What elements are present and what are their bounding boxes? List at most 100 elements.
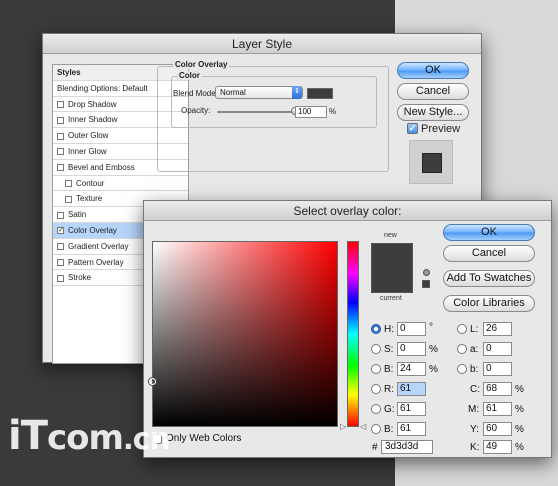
- style-item-checkbox[interactable]: [57, 116, 64, 124]
- preview-label: Preview: [421, 123, 461, 135]
- lab-a-label: a:: [470, 344, 479, 355]
- black-unit: %: [515, 442, 524, 453]
- magenta-input[interactable]: 61: [483, 402, 512, 416]
- red-input[interactable]: 61: [397, 382, 426, 396]
- style-item-label: Outer Glow: [68, 131, 109, 141]
- style-item-contour[interactable]: Contour: [53, 176, 188, 192]
- brightness-radio[interactable]: [371, 364, 381, 374]
- hue-left-arrow-icon[interactable]: ▷: [340, 422, 346, 431]
- saturation-radio[interactable]: [371, 344, 381, 354]
- hue-slider[interactable]: [347, 241, 359, 427]
- hue-label: H:: [384, 324, 394, 335]
- color-picker-title: Select overlay color:: [144, 201, 551, 221]
- style-item-label: Gradient Overlay: [68, 241, 129, 251]
- style-item-label: Texture: [76, 194, 103, 204]
- black-input[interactable]: 49: [483, 440, 512, 454]
- watermark-main: iT: [8, 413, 48, 459]
- style-item-label: Contour: [76, 178, 105, 188]
- new-style-button[interactable]: New Style...: [397, 104, 469, 121]
- lab-a-input[interactable]: 0: [483, 342, 512, 356]
- out-of-gamut-icon[interactable]: [423, 269, 430, 276]
- opacity-label: Opacity:: [181, 106, 211, 115]
- style-item-label: Stroke: [68, 273, 92, 283]
- color-libraries-button[interactable]: Color Libraries: [443, 295, 535, 312]
- yellow-label: Y:: [470, 424, 479, 435]
- style-item-checkbox[interactable]: [57, 258, 64, 266]
- brightness-unit: %: [429, 364, 438, 375]
- style-item-label: Inner Glow: [68, 146, 107, 156]
- green-radio[interactable]: [371, 404, 381, 414]
- style-item-label: Blending Options: Default: [57, 83, 148, 93]
- style-item-checkbox[interactable]: [57, 243, 64, 251]
- style-item-checkbox[interactable]: [65, 195, 72, 203]
- watermark-suffix: cn: [132, 422, 171, 457]
- blend-mode-popup[interactable]: Normal ⇕: [215, 86, 303, 99]
- hue-radio[interactable]: [371, 324, 381, 334]
- magenta-unit: %: [515, 404, 524, 415]
- style-item-label: Satin: [68, 210, 87, 220]
- hue-unit: °: [429, 322, 433, 333]
- style-item-checkbox[interactable]: [57, 100, 64, 108]
- preview-checkbox[interactable]: ✓: [407, 123, 418, 134]
- watermark-dot: .: [122, 423, 134, 456]
- style-item-checkbox[interactable]: [57, 132, 64, 140]
- new-color-label: new: [384, 232, 397, 239]
- style-item-checkbox[interactable]: [57, 211, 64, 219]
- overlay-color-swatch[interactable]: [307, 88, 333, 99]
- cyan-unit: %: [515, 384, 524, 395]
- web-safe-swatch[interactable]: [422, 280, 430, 288]
- red-radio[interactable]: [371, 384, 381, 394]
- picker-ok-button[interactable]: OK: [443, 224, 535, 241]
- layer-style-cancel-button[interactable]: Cancel: [397, 83, 469, 100]
- popup-arrows-icon: ⇕: [292, 86, 302, 99]
- yellow-input[interactable]: 60: [483, 422, 512, 436]
- color-overlay-group-title: Color Overlay: [173, 60, 230, 69]
- green-input[interactable]: 61: [397, 402, 426, 416]
- color-subgroup-title: Color: [177, 71, 202, 80]
- hue-input[interactable]: 0: [397, 322, 426, 336]
- opacity-slider-track[interactable]: [217, 111, 295, 113]
- lab-l-radio[interactable]: [457, 324, 467, 334]
- color-field-marker[interactable]: [149, 378, 156, 385]
- cyan-label: C:: [470, 384, 480, 395]
- saturation-label: S:: [384, 344, 394, 355]
- blue-input[interactable]: 61: [397, 422, 426, 436]
- watermark-mid: com: [47, 418, 124, 458]
- hex-prefix: #: [372, 442, 378, 453]
- style-item-label: Color Overlay: [68, 225, 117, 235]
- lab-a-radio[interactable]: [457, 344, 467, 354]
- style-item-checkbox[interactable]: [57, 148, 64, 156]
- cyan-input[interactable]: 68: [483, 382, 512, 396]
- hex-input[interactable]: 3d3d3d: [381, 440, 433, 454]
- style-item-checkbox[interactable]: [57, 164, 64, 172]
- lab-b-input[interactable]: 0: [483, 362, 512, 376]
- color-field[interactable]: [149, 241, 338, 427]
- hue-right-arrow-icon[interactable]: ◁: [360, 422, 366, 431]
- blue-radio[interactable]: [371, 424, 381, 434]
- opacity-unit: %: [329, 107, 337, 116]
- style-item-checkbox[interactable]: [65, 179, 72, 187]
- brightness-label: B:: [384, 364, 394, 375]
- style-item-label: Bevel and Emboss: [68, 162, 135, 172]
- lab-b-label: b:: [470, 364, 479, 375]
- style-preview-thumbnail: [409, 140, 453, 184]
- black-label: K:: [470, 442, 480, 453]
- magenta-label: M:: [468, 404, 480, 415]
- style-item-checkbox[interactable]: [57, 274, 64, 282]
- opacity-input[interactable]: 100: [295, 106, 327, 118]
- add-to-swatches-button[interactable]: Add To Swatches: [443, 270, 535, 287]
- style-item-checkbox[interactable]: ✓: [57, 227, 64, 235]
- yellow-unit: %: [515, 424, 524, 435]
- saturation-unit: %: [429, 344, 438, 355]
- new-color-swatch: [371, 243, 413, 293]
- current-color-label: current: [380, 295, 402, 302]
- style-preview-square: [422, 153, 442, 173]
- saturation-input[interactable]: 0: [397, 342, 426, 356]
- blend-mode-value: Normal: [220, 88, 246, 97]
- layer-style-ok-button[interactable]: OK: [397, 62, 469, 79]
- red-label: R:: [384, 384, 394, 395]
- lab-l-input[interactable]: 26: [483, 322, 512, 336]
- brightness-input[interactable]: 24: [397, 362, 426, 376]
- picker-cancel-button[interactable]: Cancel: [443, 245, 535, 262]
- lab-b-radio[interactable]: [457, 364, 467, 374]
